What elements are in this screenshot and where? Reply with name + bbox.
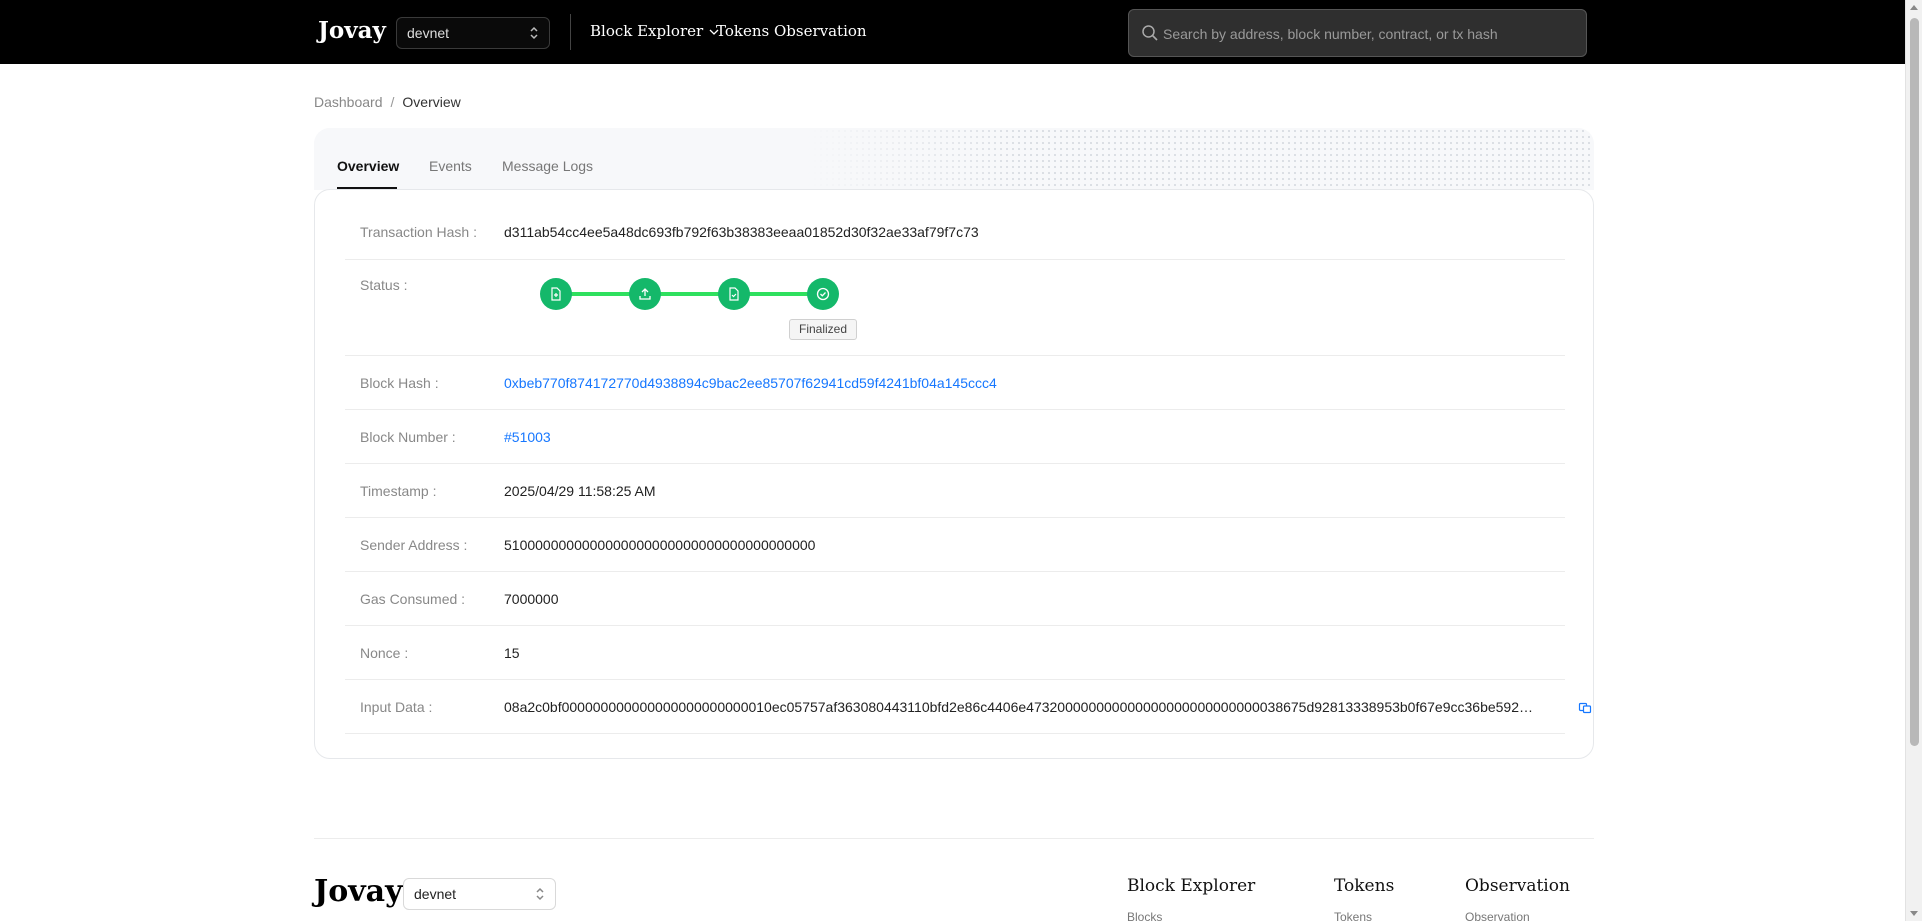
input-data-value: 08a2c0bf000000000000000000000000010ec057… <box>504 699 1536 715</box>
file-check-icon <box>718 278 750 310</box>
status-label: Status : <box>360 277 408 293</box>
detail-row-tx-hash: Transaction Hash : d311ab54cc4ee5a48dc69… <box>345 206 1565 260</box>
footer-link-blocks[interactable]: Blocks <box>1127 910 1162 921</box>
upload-icon <box>629 278 661 310</box>
breadcrumb-separator: / <box>390 94 395 110</box>
nav-block-explorer-label: Block Explorer <box>590 22 704 40</box>
block-number-link[interactable]: #51003 <box>504 429 551 445</box>
file-add-icon <box>540 278 572 310</box>
nav-block-explorer[interactable]: Block Explorer <box>590 22 719 40</box>
input-data-label: Input Data : <box>360 699 433 715</box>
tab-events[interactable]: Events <box>429 158 472 174</box>
transaction-details-card: Transaction Hash : d311ab54cc4ee5a48dc69… <box>314 189 1594 759</box>
tx-hash-value: d311ab54cc4ee5a48dc693fb792f63b38383eeaa… <box>504 224 979 240</box>
timestamp-value: 2025/04/29 11:58:25 AM <box>504 483 656 499</box>
tab-overview[interactable]: Overview <box>337 158 399 174</box>
detail-row-timestamp: Timestamp : 2025/04/29 11:58:25 AM <box>345 464 1565 518</box>
tab-message-logs[interactable]: Message Logs <box>502 158 593 174</box>
timestamp-label: Timestamp : <box>360 483 437 499</box>
block-hash-label: Block Hash : <box>360 375 439 391</box>
breadcrumb-dashboard[interactable]: Dashboard <box>314 94 383 110</box>
network-select-value: devnet <box>407 25 450 41</box>
detail-row-block-number: Block Number : #51003 <box>345 410 1565 464</box>
search-box[interactable] <box>1128 9 1587 57</box>
tab-bar-background <box>314 128 1018 190</box>
step-connector <box>570 292 631 296</box>
footer-logo[interactable]: Jovay <box>314 874 403 909</box>
block-hash-link[interactable]: 0xbeb770f874172770d4938894c9bac2ee85707f… <box>504 375 997 391</box>
footer-network-select-value: devnet <box>414 886 457 902</box>
detail-row-input-data: Input Data : 08a2c0bf0000000000000000000… <box>345 680 1592 734</box>
nav-tokens[interactable]: Tokens <box>716 22 769 40</box>
footer-col-tokens: Tokens <box>1334 876 1395 896</box>
sender-address-value: 5100000000000000000000000000000000000000 <box>504 537 816 553</box>
status-stepper <box>540 278 840 358</box>
footer-col-block-explorer: Block Explorer <box>1127 876 1256 896</box>
search-input[interactable] <box>1163 21 1573 47</box>
footer-link-tokens[interactable]: Tokens <box>1334 910 1372 921</box>
block-number-label: Block Number : <box>360 429 456 445</box>
copy-icon[interactable] <box>1578 700 1592 714</box>
footer-network-select[interactable]: devnet <box>403 878 556 910</box>
status-badge: Finalized <box>789 319 858 340</box>
network-select[interactable]: devnet <box>396 17 550 49</box>
search-icon <box>1142 25 1158 41</box>
select-arrows-icon <box>536 887 544 901</box>
footer-link-observation[interactable]: Observation <box>1465 910 1530 921</box>
page-scrollbar[interactable] <box>1905 0 1922 921</box>
nav-divider <box>570 14 571 50</box>
footer-divider <box>314 838 1594 839</box>
brand-logo[interactable]: Jovay <box>318 17 386 44</box>
top-navbar: Jovay devnet Block Explorer Tokens Obser… <box>0 0 1905 64</box>
step-connector <box>659 292 720 296</box>
nonce-label: Nonce : <box>360 645 409 661</box>
detail-row-block-hash: Block Hash : 0xbeb770f874172770d4938894c… <box>345 356 1565 410</box>
scroll-up-arrow-icon[interactable] <box>1910 5 1918 10</box>
gas-consumed-value: 7000000 <box>504 591 559 607</box>
step-connector <box>748 292 809 296</box>
footer-col-observation: Observation <box>1465 876 1570 896</box>
detail-row-gas: Gas Consumed : 7000000 <box>345 572 1565 626</box>
gas-consumed-label: Gas Consumed : <box>360 591 466 607</box>
sender-address-label: Sender Address : <box>360 537 468 553</box>
select-arrows-icon <box>530 26 538 40</box>
detail-row-nonce: Nonce : 15 <box>345 626 1565 680</box>
scroll-down-arrow-icon[interactable] <box>1910 911 1918 916</box>
scrollbar-thumb[interactable] <box>1910 18 1919 746</box>
tx-hash-label: Transaction Hash : <box>360 224 477 240</box>
breadcrumb-current: Overview <box>402 94 461 110</box>
breadcrumb: Dashboard / Overview <box>314 94 461 110</box>
check-circle-icon <box>807 278 839 310</box>
nonce-value: 15 <box>504 645 520 661</box>
detail-row-sender: Sender Address : 51000000000000000000000… <box>345 518 1565 572</box>
nav-observation[interactable]: Observation <box>774 22 867 40</box>
detail-row-status: Status : <box>345 260 1565 356</box>
tab-bar: Overview Events Message Logs <box>314 128 1594 190</box>
